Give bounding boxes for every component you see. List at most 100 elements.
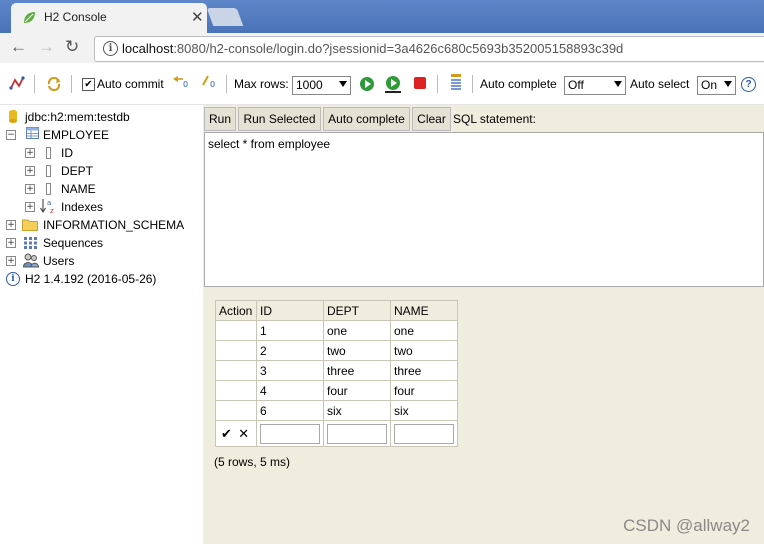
auto-complete-label: Auto complete [480, 77, 557, 91]
run-icon[interactable] [359, 76, 375, 92]
indexes-label: Indexes [61, 200, 104, 214]
stop-icon[interactable] [413, 76, 427, 90]
auto-select-select[interactable]: On [697, 76, 736, 95]
table-icon [26, 127, 39, 139]
reload-icon[interactable]: ↻ [65, 37, 79, 57]
cell: four [390, 380, 458, 401]
history-icon[interactable] [449, 73, 463, 93]
forward-arrow-icon[interactable]: → [38, 37, 55, 57]
action-cell [215, 360, 257, 381]
url-path: :8080/h2-console/login.do?jsessionid=3a4… [173, 41, 624, 56]
column-label: ID [61, 146, 73, 160]
browser-tab-h2-console[interactable]: H2 Console ✕ [11, 3, 207, 33]
chevron-down-icon [614, 81, 622, 87]
chevron-down-icon [339, 81, 347, 87]
table-row[interactable]: 6 six six [215, 400, 458, 421]
run-selected-icon[interactable] [385, 76, 401, 93]
auto-complete-value: Off [568, 78, 584, 92]
cell: 6 [256, 400, 324, 421]
refresh-icon[interactable] [46, 76, 62, 92]
expand-icon[interactable]: + [6, 238, 16, 248]
auto-commit-checkbox[interactable]: ✔ [82, 78, 95, 91]
action-cell [215, 400, 257, 421]
column-header: Action [215, 300, 257, 321]
folder-icon [22, 219, 38, 231]
auto-commit-label: Auto commit [97, 77, 164, 91]
clear-button[interactable]: Clear [412, 107, 451, 131]
cancel-icon[interactable]: ✕ [238, 426, 249, 441]
site-info-icon[interactable]: i [103, 41, 118, 56]
table-row[interactable]: 4 four four [215, 380, 458, 401]
disconnect-icon[interactable] [9, 76, 25, 92]
expand-icon[interactable]: + [25, 148, 35, 158]
cell: 3 [256, 360, 324, 381]
cell: one [390, 320, 458, 341]
insert-dept-input[interactable] [327, 423, 387, 444]
expand-icon[interactable]: + [6, 256, 16, 266]
chevron-down-icon [724, 81, 732, 87]
expand-icon[interactable]: + [6, 220, 16, 230]
column-label: DEPT [61, 164, 94, 178]
browser-tabstrip: H2 Console ✕ [0, 0, 764, 33]
tab-close-icon[interactable]: ✕ [191, 8, 204, 26]
url-host: localhost [122, 41, 174, 56]
ok-icon[interactable]: ✔ [221, 426, 232, 441]
expand-icon[interactable]: + [25, 202, 35, 212]
cell: three [390, 360, 458, 381]
collapse-icon[interactable]: − [6, 130, 16, 140]
table-row[interactable]: 1 one one [215, 320, 458, 341]
table-label: EMPLOYEE [43, 128, 110, 142]
sql-editor[interactable]: select * from employee [204, 132, 764, 287]
insert-actions: ✔ ✕ [215, 420, 257, 447]
expand-icon[interactable]: + [25, 184, 35, 194]
auto-complete-select[interactable]: Off [564, 76, 626, 95]
column-icon [46, 165, 51, 177]
url-text: localhost:8080/h2-console/login.do?jsess… [122, 41, 623, 56]
table-row[interactable]: 2 two two [215, 340, 458, 361]
help-icon[interactable]: ? [741, 77, 756, 92]
back-arrow-icon[interactable]: ← [10, 37, 27, 57]
toolbar-separator [71, 75, 72, 93]
version-label: H2 1.4.192 (2016-05-26) [25, 272, 157, 286]
rollback-icon[interactable]: 0 [171, 74, 189, 90]
database-icon [9, 110, 17, 123]
max-rows-select[interactable]: 1000 [292, 76, 351, 95]
information-schema-label: INFORMATION_SCHEMA [43, 218, 185, 232]
svg-text:z: z [50, 207, 54, 215]
insert-row: ✔ ✕ [215, 420, 458, 447]
insert-id-input[interactable] [260, 423, 320, 444]
info-icon: i [6, 272, 20, 286]
auto-select-value: On [701, 78, 718, 92]
run-selected-button[interactable]: Run Selected [238, 107, 321, 131]
cell: three [323, 360, 391, 381]
insert-name-input[interactable] [394, 423, 454, 444]
toolbar-separator [226, 75, 227, 93]
cell: 1 [256, 320, 324, 341]
auto-complete-button[interactable]: Auto complete [323, 107, 410, 131]
auto-select-label: Auto select [630, 77, 690, 91]
result-table: Action ID DEPT NAME 1 one one 2 two two … [215, 300, 458, 447]
cell: six [390, 400, 458, 421]
commit-icon[interactable]: 0 [200, 74, 218, 90]
sort-az-icon: a z [40, 199, 54, 215]
action-cell [215, 380, 257, 401]
action-cell [215, 320, 257, 341]
query-pane: Run Run Selected Auto complete Clear SQL… [203, 105, 764, 544]
insert-cell [323, 420, 391, 447]
new-tab-button[interactable] [206, 8, 244, 26]
sql-text[interactable]: select * from employee [208, 137, 330, 151]
connection-label: jdbc:h2:mem:testdb [25, 110, 130, 124]
expand-icon[interactable]: + [25, 166, 35, 176]
toolbar-separator [437, 75, 438, 93]
table-row[interactable]: 3 three three [215, 360, 458, 381]
schema-tree: jdbc:h2:mem:testdb − EMPLOYEE + ID + DEP… [0, 105, 203, 544]
cell: four [323, 380, 391, 401]
column-header: ID [256, 300, 324, 321]
address-bar[interactable]: i localhost:8080/h2-console/login.do?jse… [94, 36, 764, 62]
users-label: Users [43, 254, 75, 268]
svg-text:0: 0 [183, 80, 188, 89]
run-button[interactable]: Run [204, 107, 236, 131]
max-rows-value: 1000 [296, 78, 323, 92]
users-icon [23, 253, 39, 268]
h2-toolbar: ✔ Auto commit 0 0 Max rows: 1000 Auto co… [0, 63, 764, 105]
